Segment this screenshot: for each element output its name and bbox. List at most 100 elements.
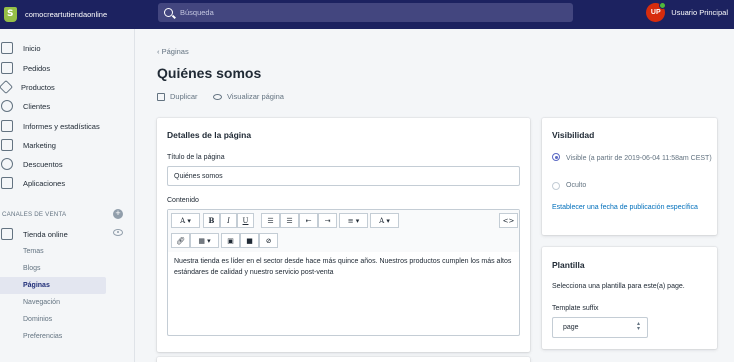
editor-toolbar-row-1: A ▾ B I U ☰ ☰ ⇤ ⇥ ≡ ▾ A ▾ <> [168, 210, 519, 231]
bold-button[interactable]: B [203, 213, 220, 228]
visibility-heading: Visibilidad [552, 130, 595, 140]
select-arrows-icon: ▴ ▾ [636, 321, 640, 332]
orders-icon [1, 62, 13, 74]
user-name: Usuario Principal [671, 8, 728, 17]
outdent-icon: ⇤ [305, 216, 312, 225]
template-description: Selecciona una plantilla para este(a) pa… [552, 283, 685, 290]
sidebar-item-informes[interactable]: Informes y estadísticas [0, 117, 134, 135]
bullet-list-button[interactable]: ☰ [261, 213, 280, 228]
sidebar-item-descuentos[interactable]: Descuentos [0, 155, 134, 173]
visible-option-label: Visible (a partir de 2019-06-04 11:58am … [566, 155, 712, 162]
align-dropdown[interactable]: ≡ ▾ [339, 213, 368, 228]
search-input[interactable]: Búsqueda [158, 3, 573, 22]
align-left-icon: ≡ [347, 216, 354, 225]
text-color-dropdown[interactable]: A ▾ [370, 213, 399, 228]
apps-icon [1, 177, 13, 189]
discount-icon [1, 158, 13, 170]
sidebar-subitem-navegacion[interactable]: Navegación [0, 294, 106, 311]
hidden-radio[interactable] [552, 182, 560, 190]
sidebar-subitem-temas[interactable]: Temas [0, 243, 106, 260]
title-field-label: Título de la página [167, 154, 225, 161]
details-card-heading: Detalles de la página [167, 130, 252, 140]
sidebar-item-label: Descuentos [23, 159, 63, 169]
set-publish-date-link[interactable]: Establecer una fecha de publicación espe… [552, 202, 702, 214]
sidebar: Inicio Pedidos Productos Clientes Inform… [0, 29, 135, 362]
sidebar-item-label: Productos [21, 82, 55, 92]
image-icon: ▣ [227, 236, 234, 245]
home-icon [1, 42, 13, 54]
show-html-button[interactable]: <> [499, 213, 518, 228]
breadcrumb[interactable]: ‹ Páginas [157, 47, 189, 56]
bullet-list-icon: ☰ [267, 216, 274, 225]
seo-card-partial [157, 357, 530, 362]
sidebar-item-marketing[interactable]: Marketing [0, 136, 134, 154]
store-icon [1, 228, 13, 240]
sidebar-item-aplicaciones[interactable]: Aplicaciones [0, 174, 134, 192]
template-suffix-label: Template suffix [552, 305, 599, 312]
store-name: comocreartutiendaonline [25, 10, 108, 19]
megaphone-icon [1, 139, 13, 151]
insert-image-button[interactable]: ▣ [221, 233, 240, 248]
clear-formatting-icon: ⊘ [265, 236, 272, 245]
editor-content[interactable]: Nuestra tienda es líder en el sector des… [174, 256, 516, 278]
sidebar-subitem-blogs[interactable]: Blogs [0, 260, 106, 277]
sidebar-item-clientes[interactable]: Clientes [0, 97, 134, 115]
hidden-option-label: Oculto [566, 182, 587, 189]
sidebar-item-label: Informes y estadísticas [23, 121, 100, 131]
outdent-button[interactable]: ⇤ [299, 213, 318, 228]
font-style-dropdown[interactable]: A ▾ [171, 213, 200, 228]
sales-channels-title: CANALES DE VENTA [2, 211, 67, 218]
person-icon [1, 100, 13, 112]
visibility-card: Visibilidad Visible (a partir de 2019-06… [542, 118, 717, 235]
sidebar-item-label: Aplicaciones [23, 178, 66, 188]
page-title: Quiénes somos [157, 65, 262, 81]
view-store-eye-icon[interactable] [113, 229, 123, 236]
video-icon: ■ [246, 236, 253, 245]
content-field-label: Contenido [167, 197, 199, 204]
numbered-list-icon: ☰ [286, 216, 293, 225]
visible-radio[interactable] [552, 153, 560, 161]
table-icon: ▦ [198, 236, 205, 245]
rich-text-editor: A ▾ B I U ☰ ☰ ⇤ ⇥ ≡ ▾ A ▾ <> 🔗︎ ▦ ▾ ▣ ■ … [167, 209, 520, 336]
sidebar-subitem-preferencias[interactable]: Preferencias [0, 328, 106, 345]
indent-button[interactable]: ⇥ [318, 213, 337, 228]
top-bar: comocreartutiendaonline Búsqueda UP Usua… [0, 0, 734, 29]
sidebar-subitem-dominios[interactable]: Dominios [0, 311, 106, 328]
search-placeholder: Búsqueda [180, 8, 214, 17]
sidebar-item-label: Marketing [23, 140, 56, 150]
template-suffix-select[interactable]: page ▴ ▾ [552, 317, 648, 338]
sidebar-item-label: Tienda online [23, 229, 68, 239]
sidebar-item-inicio[interactable]: Inicio [0, 39, 134, 57]
store-switcher[interactable]: comocreartutiendaonline [0, 7, 150, 22]
tag-icon [0, 79, 14, 95]
template-heading: Plantilla [552, 260, 585, 270]
underline-button[interactable]: U [237, 213, 254, 228]
duplicate-icon [157, 92, 165, 101]
insert-video-button[interactable]: ■ [240, 233, 259, 248]
numbered-list-button[interactable]: ☰ [280, 213, 299, 228]
user-menu[interactable]: UP Usuario Principal [646, 2, 728, 22]
sidebar-item-productos[interactable]: Productos [0, 78, 134, 96]
duplicate-button[interactable]: Duplicar [157, 92, 198, 101]
clear-formatting-button[interactable]: ⊘ [259, 233, 278, 248]
template-card: Plantilla Selecciona una plantilla para … [542, 247, 717, 349]
view-page-label: Visualizar página [227, 92, 284, 101]
add-channel-icon[interactable]: + [113, 209, 123, 219]
sidebar-subitem-paginas[interactable]: Páginas [0, 277, 106, 294]
italic-button[interactable]: I [220, 213, 237, 228]
sidebar-item-label: Pedidos [23, 63, 51, 73]
insert-link-button[interactable]: 🔗︎ [171, 233, 190, 248]
shopify-logo-icon [4, 7, 17, 22]
breadcrumb-label: Páginas [161, 47, 189, 56]
sidebar-item-pedidos[interactable]: Pedidos [0, 59, 134, 77]
sidebar-item-label: Inicio [23, 43, 41, 53]
eye-icon [213, 93, 222, 100]
avatar: UP [646, 2, 667, 22]
view-page-button[interactable]: Visualizar página [213, 92, 284, 101]
sidebar-item-label: Clientes [23, 101, 51, 111]
duplicate-label: Duplicar [170, 92, 198, 101]
indent-icon: ⇥ [324, 216, 331, 225]
font-style-label: A [180, 216, 186, 225]
page-title-input[interactable]: Quiénes somos [167, 166, 520, 186]
insert-table-dropdown[interactable]: ▦ ▾ [190, 233, 219, 248]
